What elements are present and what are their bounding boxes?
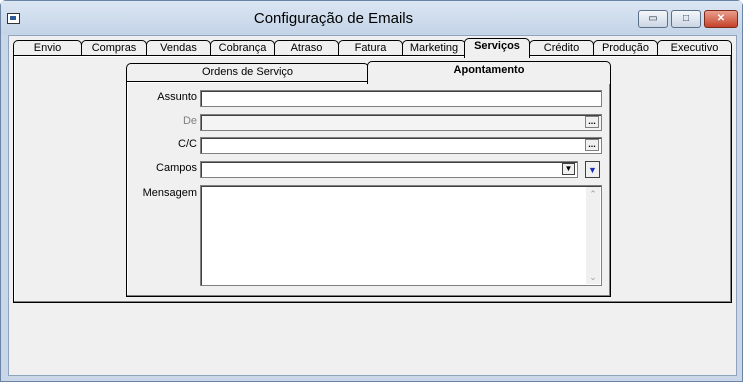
window-title: Configuração de Emails xyxy=(253,10,414,27)
scroll-up-icon[interactable]: ⌃ xyxy=(586,187,600,201)
mensagem-scrollbar[interactable]: ⌃ ⌄ xyxy=(586,187,600,284)
assunto-input[interactable] xyxy=(200,90,602,107)
cc-label: C/C xyxy=(178,138,197,150)
subtab-ordens-de-servico[interactable]: Ordens de Serviço xyxy=(126,63,369,82)
de-browse-button[interactable]: ... xyxy=(585,116,599,128)
tab-servicos[interactable]: Serviços xyxy=(464,38,530,58)
minimize-button[interactable]: ▭ xyxy=(638,10,668,28)
cc-browse-button[interactable]: ... xyxy=(585,139,599,151)
service-subtab-strip: Ordens de Serviço Apontamento xyxy=(126,61,611,84)
subtab-apontamento[interactable]: Apontamento xyxy=(367,61,611,84)
campos-select[interactable] xyxy=(200,161,578,178)
client-area: Envio Compras Vendas Cobrança Atraso Fat… xyxy=(8,35,737,376)
de-input[interactable] xyxy=(200,114,602,131)
campos-label: Campos xyxy=(156,162,197,174)
assunto-label: Assunto xyxy=(157,91,197,103)
scroll-down-icon[interactable]: ⌄ xyxy=(586,270,600,284)
category-tab-strip: Envio Compras Vendas Cobrança Atraso Fat… xyxy=(13,38,733,58)
title-bar[interactable]: Configuração de Emails ▭ □ ✕ xyxy=(1,1,742,34)
de-label: De xyxy=(182,115,197,127)
mensagem-textarea[interactable] xyxy=(200,185,602,286)
campos-dropdown-arrow-icon[interactable]: ▼ xyxy=(562,163,575,175)
mensagem-label: Mensagem xyxy=(142,187,197,199)
close-button[interactable]: ✕ xyxy=(704,10,738,28)
maximize-button[interactable]: □ xyxy=(671,10,701,28)
insert-field-button[interactable]: ▼ xyxy=(585,161,600,178)
email-config-window: Configuração de Emails ▭ □ ✕ Envio Compr… xyxy=(0,0,743,382)
apontamento-panel: Assunto De ... C/C ... Campos ▼ ▼ Mensag… xyxy=(126,81,611,297)
cc-input[interactable] xyxy=(200,137,602,154)
